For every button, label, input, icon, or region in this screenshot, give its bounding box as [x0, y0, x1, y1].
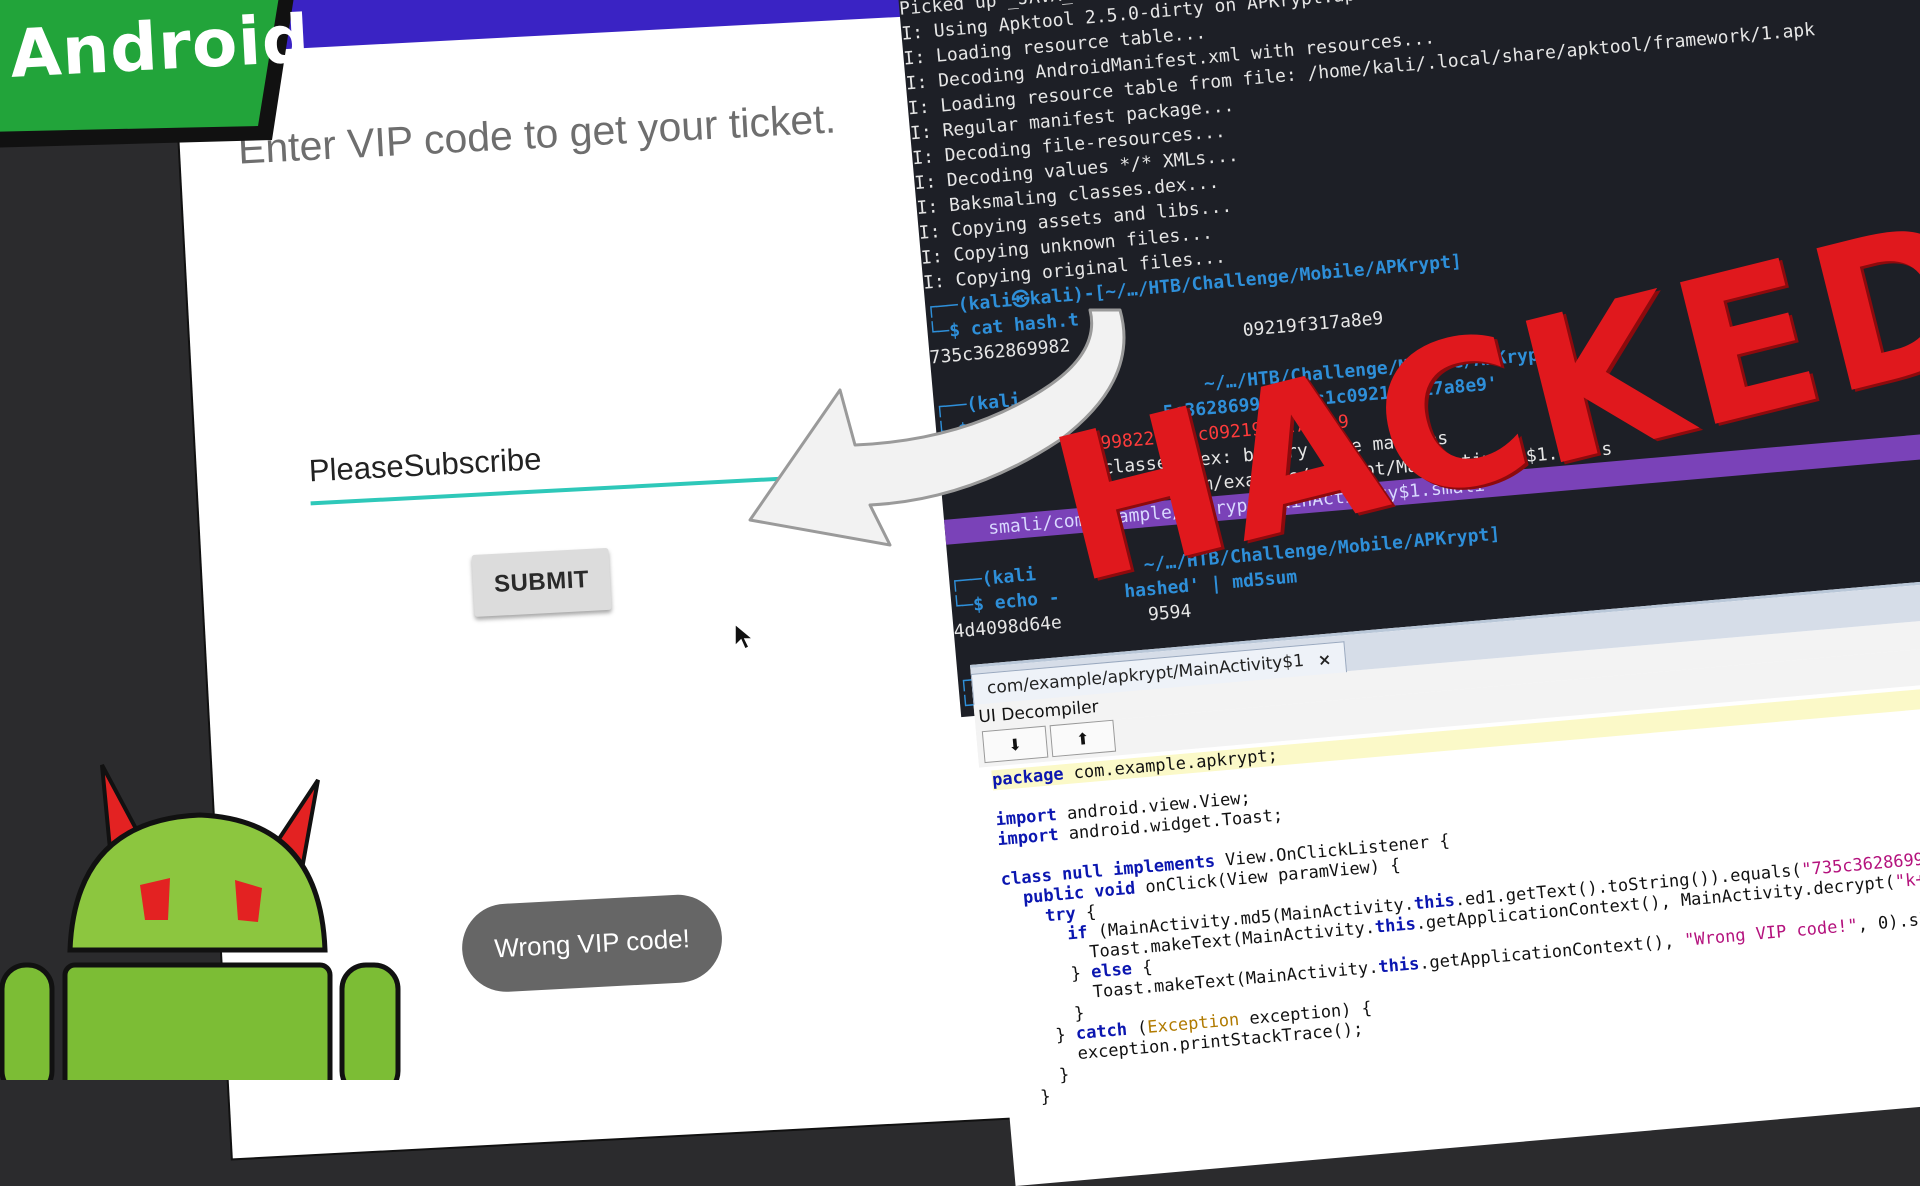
- upload-icon[interactable]: ⬆: [1049, 719, 1117, 758]
- devil-android-mascot-icon: [0, 764, 401, 1080]
- badge-label: Android: [8, 0, 312, 93]
- hacked-overlay: HACKED!: [1032, 150, 1920, 670]
- android-badge: Android: [0, 0, 312, 160]
- vip-prompt: Enter VIP code to get your ticket.: [236, 95, 838, 173]
- download-icon[interactable]: ⬇: [981, 725, 1049, 764]
- submit-button[interactable]: SUBMIT: [471, 547, 612, 617]
- toast-message: Wrong VIP code!: [459, 892, 725, 995]
